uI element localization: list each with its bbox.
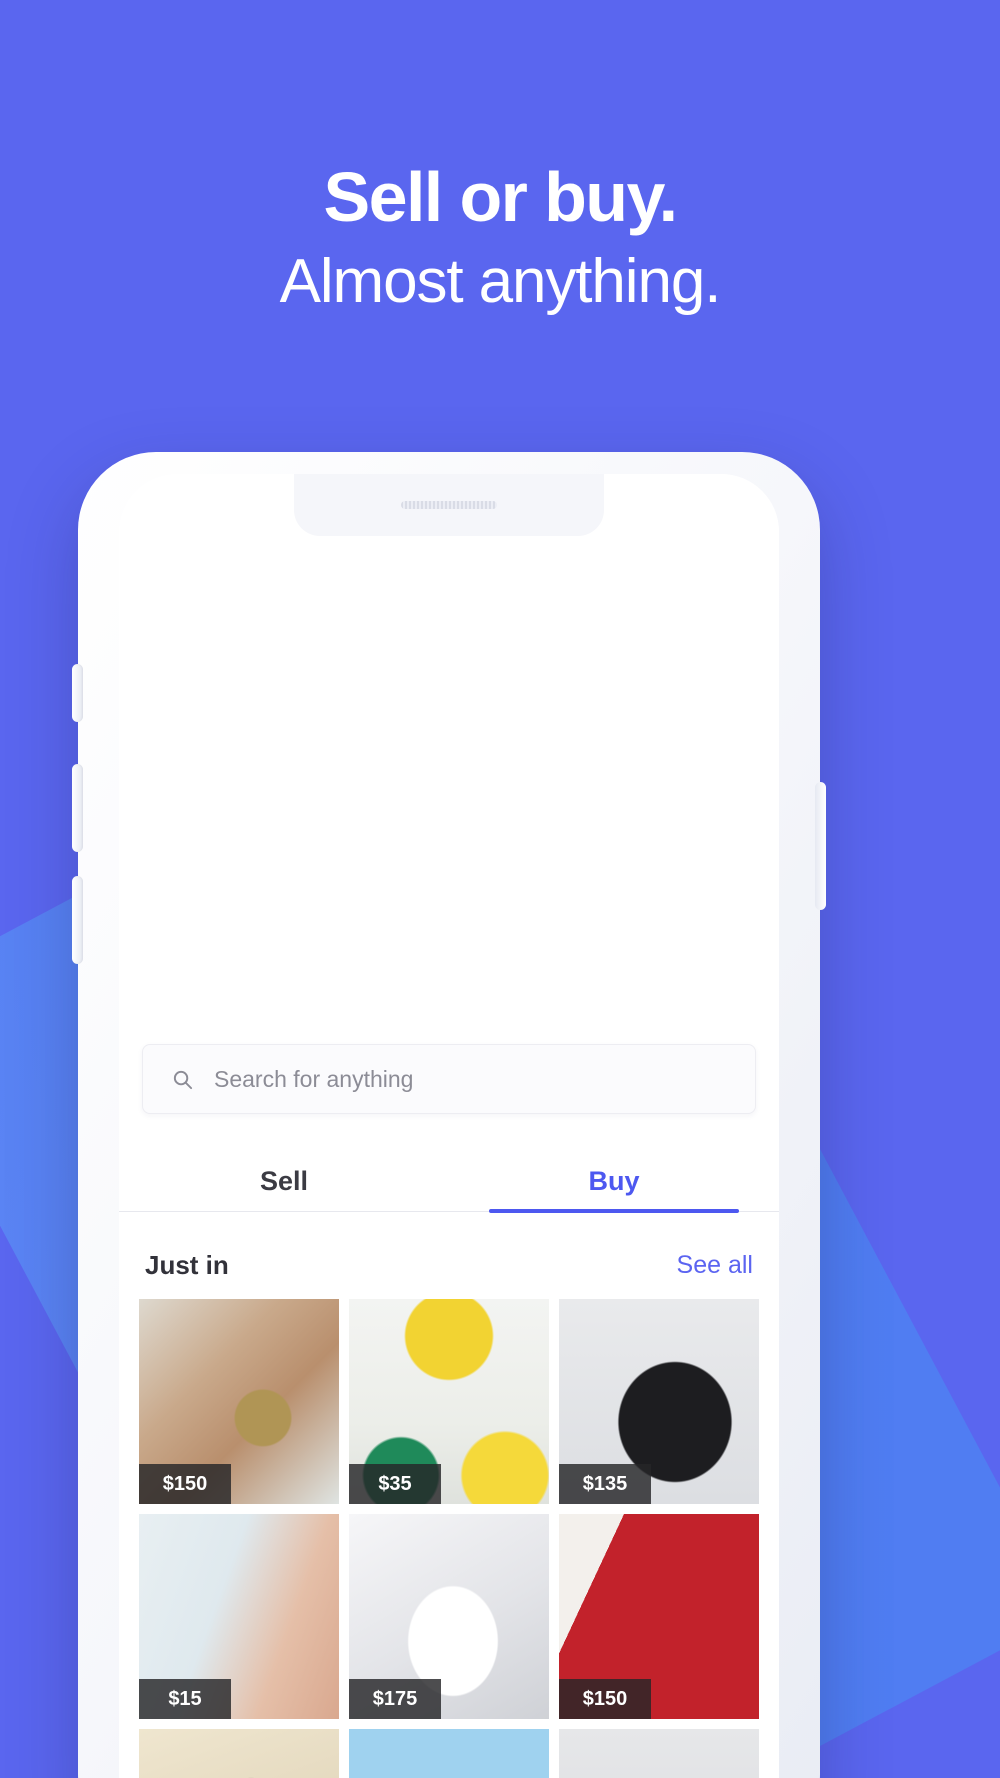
product-price-badge: $175 — [349, 1679, 441, 1719]
search-bar[interactable] — [142, 1044, 756, 1114]
product-image-backpack — [349, 1729, 549, 1778]
hero-headline: Sell or buy. — [323, 158, 679, 236]
tab-buy-label: Buy — [588, 1166, 640, 1196]
product-tile[interactable]: $135 — [559, 1299, 759, 1504]
tab-bar: Sell Buy — [119, 1142, 779, 1213]
product-price-badge: $35 — [349, 1464, 441, 1504]
product-price-badge: $150 — [559, 1679, 651, 1719]
phone-volume-down-button[interactable] — [72, 876, 83, 964]
product-price-badge: $135 — [559, 1464, 651, 1504]
phone-screen: Sell Buy Just in See all $150 $35 $135 $15 $… — [119, 474, 779, 1778]
search-icon — [173, 1070, 193, 1089]
phone-mute-button[interactable] — [72, 664, 83, 722]
section-header: Just in See all — [119, 1234, 779, 1296]
product-tile[interactable]: $150 — [559, 1514, 759, 1719]
product-tile[interactable]: $135 — [559, 1729, 759, 1778]
search-input[interactable] — [214, 1065, 714, 1093]
phone-mockup: Sell Buy Just in See all $150 $35 $135 $15 $… — [72, 452, 826, 1778]
product-tile[interactable]: $135 — [139, 1729, 339, 1778]
tab-buy[interactable]: Buy — [449, 1142, 779, 1213]
phone-power-button[interactable] — [815, 782, 826, 910]
product-tile[interactable]: $175 — [349, 1514, 549, 1719]
tab-sell-label: Sell — [259, 1166, 309, 1196]
product-tile[interactable]: $35 — [349, 1299, 549, 1504]
product-price-badge: $150 — [139, 1464, 231, 1504]
marketplace-app: Sell Buy Just in See all $150 $35 $135 $15 $… — [119, 474, 779, 1778]
hero-subheadline: Almost anything. — [279, 247, 722, 317]
phone-earpiece-speaker — [401, 501, 497, 509]
tab-sell[interactable]: Sell — [119, 1142, 449, 1211]
product-grid: $150$35$135$15$175$150$135$135$135 — [139, 1299, 759, 1778]
hero-section: Sell or buy. Almost anything. — [0, 0, 1000, 317]
product-image-camera — [139, 1729, 339, 1778]
product-price-badge: $15 — [139, 1679, 231, 1719]
see-all-link[interactable]: See all — [677, 1251, 753, 1280]
product-tile[interactable]: $135 — [349, 1729, 549, 1778]
phone-volume-up-button[interactable] — [72, 764, 83, 852]
product-tile[interactable]: $15 — [139, 1514, 339, 1719]
section-title: Just in — [145, 1249, 229, 1280]
product-image-sneaker — [559, 1729, 759, 1778]
product-tile[interactable]: $150 — [139, 1299, 339, 1504]
